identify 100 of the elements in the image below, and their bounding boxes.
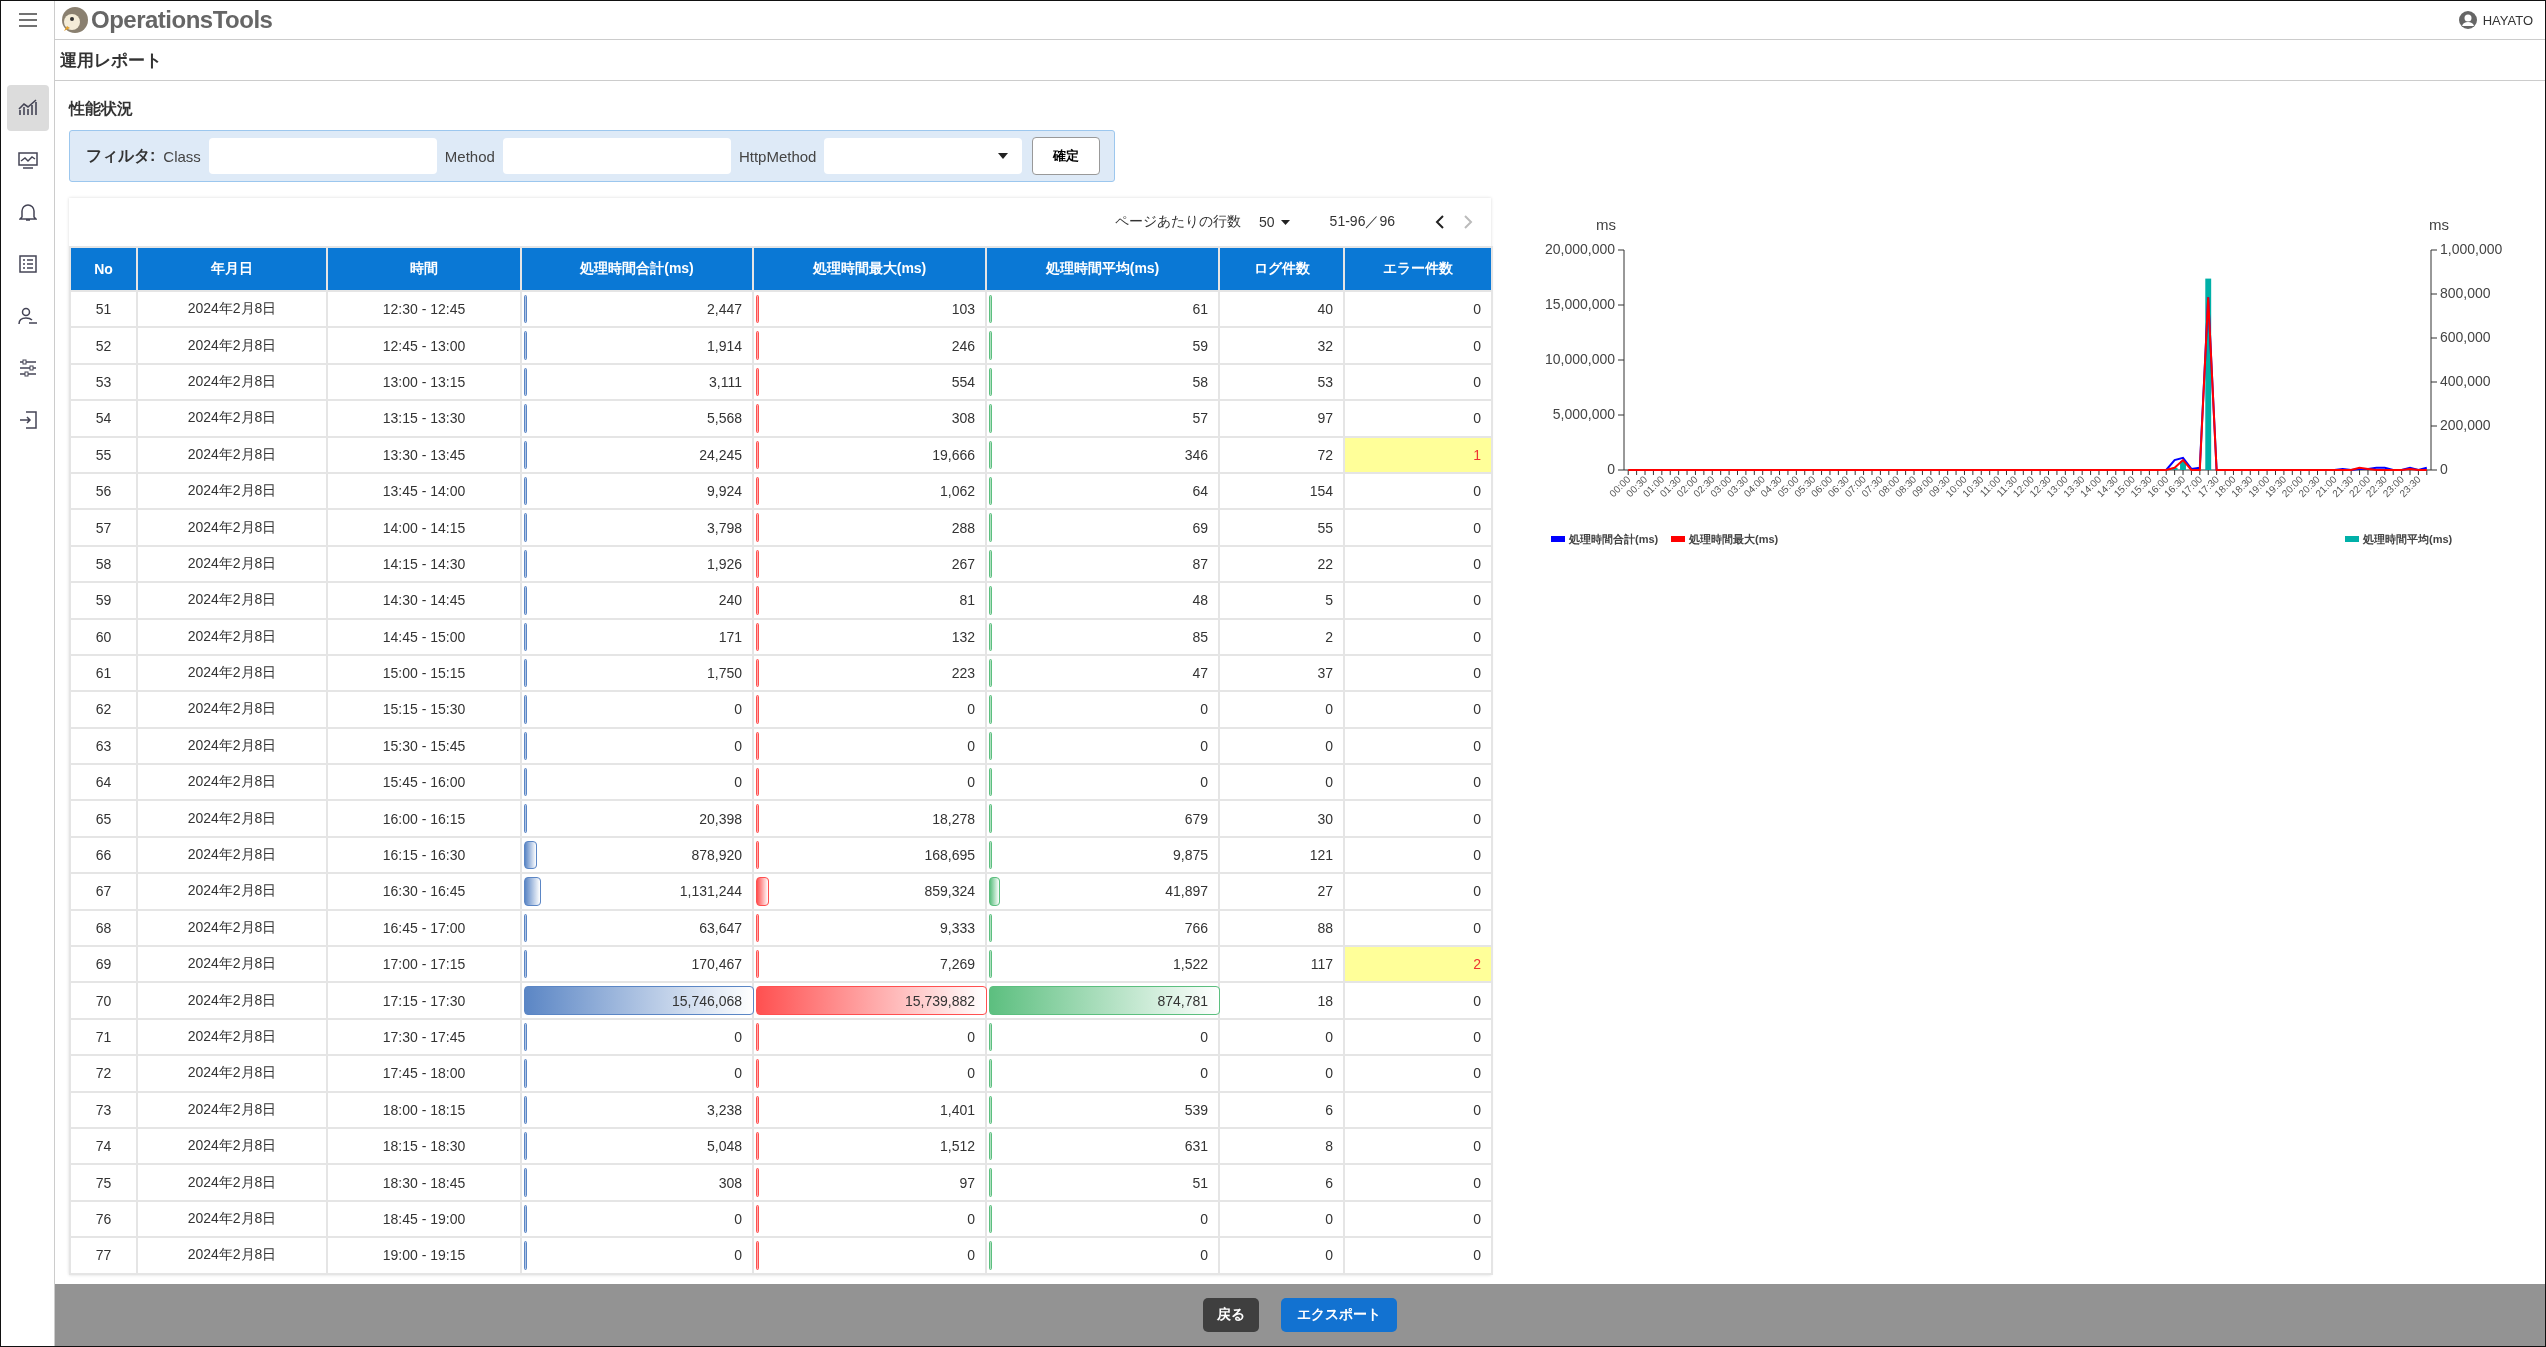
average-bar bbox=[2171, 467, 2178, 470]
cell-value: 2,447 bbox=[706, 301, 742, 318]
table-cell: 2024年2月8日 bbox=[137, 909, 327, 947]
table-cell: 52 bbox=[70, 327, 137, 364]
table-cell: 0 bbox=[1344, 509, 1492, 546]
table-cell: 0 bbox=[1344, 582, 1492, 619]
table-cell: 0 bbox=[1344, 654, 1492, 692]
table-cell: 17:45 - 18:00 bbox=[327, 1055, 521, 1092]
cell-value: 1,131,244 bbox=[679, 883, 742, 900]
table-cell: 2024年2月8日 bbox=[137, 654, 327, 692]
cell-value: 3,238 bbox=[706, 1101, 742, 1118]
table-cell: 15:00 - 15:15 bbox=[327, 654, 521, 692]
cell-value: 63,647 bbox=[699, 919, 742, 936]
cell-value: 168,695 bbox=[924, 847, 975, 864]
table-cell: 18:45 - 19:00 bbox=[327, 1200, 521, 1238]
line-chart-icon bbox=[17, 99, 38, 117]
table-cell: 2024年2月8日 bbox=[137, 727, 327, 765]
table-cell: 0 bbox=[1344, 691, 1492, 728]
input-field[interactable] bbox=[208, 138, 437, 174]
cell-value: 5,048 bbox=[706, 1138, 742, 1155]
table-cell: 76 bbox=[70, 1200, 137, 1238]
cell-value: 631 bbox=[1184, 1138, 1208, 1155]
column-header: 時間 bbox=[327, 247, 521, 291]
cell-value: 0 bbox=[1200, 1065, 1208, 1082]
cell-value: 3,111 bbox=[709, 373, 742, 390]
table-cell: 12:30 - 12:45 bbox=[327, 291, 521, 328]
table-cell: 0 bbox=[1219, 1237, 1344, 1274]
table-cell: 2024年2月8日 bbox=[137, 1200, 327, 1238]
field-label: HttpMethod bbox=[738, 147, 817, 165]
cell-value: 1,914 bbox=[706, 337, 742, 354]
select-field[interactable] bbox=[824, 138, 1023, 174]
cell-value: 0 bbox=[1200, 1210, 1208, 1227]
list-icon bbox=[18, 255, 37, 273]
table-cell: 0 bbox=[1344, 764, 1492, 801]
table-cell: 12:45 - 13:00 bbox=[327, 327, 521, 364]
input-field[interactable] bbox=[502, 138, 731, 174]
cell-value: 171 bbox=[718, 628, 742, 645]
cell-value: 61 bbox=[1192, 301, 1208, 318]
table-cell: 2 bbox=[1219, 618, 1344, 655]
cell-value: 57 bbox=[1192, 410, 1208, 427]
table-cell: 0 bbox=[1344, 400, 1492, 437]
table-cell: 15:45 - 16:00 bbox=[327, 764, 521, 801]
cell-value: 18,278 bbox=[932, 810, 975, 827]
table-cell: 2024年2月8日 bbox=[137, 946, 327, 983]
cell-value: 103 bbox=[951, 301, 975, 318]
table-cell: 0 bbox=[1344, 545, 1492, 583]
table-cell: 77 bbox=[70, 1237, 137, 1274]
cell-value: 0 bbox=[734, 737, 742, 754]
table-cell: 22 bbox=[1219, 545, 1344, 583]
logo-icon bbox=[61, 6, 89, 34]
cell-value: 0 bbox=[734, 1210, 742, 1227]
table-cell: 58 bbox=[70, 545, 137, 583]
rows-per-page-select[interactable]: 50 bbox=[1259, 214, 1290, 230]
table-cell: 17:15 - 17:30 bbox=[327, 982, 521, 1019]
cell-value: 1,062 bbox=[939, 483, 975, 500]
table-cell: 37 bbox=[1219, 654, 1344, 692]
legend-label: 処理時間最大(ms) bbox=[1689, 533, 1779, 545]
table-cell: 0 bbox=[1219, 727, 1344, 765]
table-cell: 68 bbox=[70, 909, 137, 947]
cell-value: 19,666 bbox=[932, 446, 975, 463]
cell-value: 0 bbox=[967, 737, 975, 754]
confirm-button[interactable]: 確定 bbox=[1032, 137, 1101, 175]
user-menu[interactable]: HAYATO bbox=[2458, 11, 2533, 29]
table-cell: 17:00 - 17:15 bbox=[327, 946, 521, 983]
right-axis-unit: ms bbox=[2429, 216, 2449, 233]
table-cell: 54 bbox=[70, 400, 137, 437]
field-label: Class bbox=[163, 147, 201, 165]
previous-page-icon[interactable] bbox=[1435, 215, 1445, 229]
export-button[interactable]: エクスポート bbox=[1281, 1298, 1397, 1332]
cell-value: 69 bbox=[1192, 519, 1208, 536]
section-title: 性能状況 bbox=[69, 99, 134, 119]
cell-value: 132 bbox=[951, 628, 975, 645]
cell-value: 346 bbox=[1184, 446, 1208, 463]
menu-icon[interactable] bbox=[18, 13, 37, 27]
table-cell: 0 bbox=[1344, 1200, 1492, 1238]
cell-value: 0 bbox=[1200, 701, 1208, 718]
table-cell: 6 bbox=[1219, 1164, 1344, 1201]
table-cell: 16:00 - 16:15 bbox=[327, 800, 521, 837]
table-cell: 0 bbox=[1344, 363, 1492, 401]
table-cell: 2024年2月8日 bbox=[137, 873, 327, 910]
table-cell: 56 bbox=[70, 472, 137, 510]
table-cell: 62 bbox=[70, 691, 137, 728]
cell-value: 308 bbox=[951, 410, 975, 427]
cell-value: 64 bbox=[1192, 483, 1208, 500]
sidebar-item[interactable] bbox=[6, 85, 49, 131]
table-cell: 0 bbox=[1344, 1091, 1492, 1128]
cell-value: 85 bbox=[1192, 628, 1208, 645]
table-cell: 73 bbox=[70, 1091, 137, 1128]
cell-value: 5,568 bbox=[706, 410, 742, 427]
table-cell: 2024年2月8日 bbox=[137, 436, 327, 473]
cell-value: 0 bbox=[1200, 774, 1208, 791]
table-cell: 117 bbox=[1219, 946, 1344, 983]
y-tick-label: 0 bbox=[2440, 461, 2448, 477]
legend-swatch bbox=[2345, 536, 2359, 542]
back-button[interactable]: 戻る bbox=[1203, 1298, 1259, 1332]
average-bar bbox=[2180, 461, 2186, 470]
cell-value: 223 bbox=[951, 665, 975, 682]
table-cell: 0 bbox=[1344, 1164, 1492, 1201]
dropdown-caret-icon bbox=[998, 153, 1009, 159]
table-cell: 18:15 - 18:30 bbox=[327, 1128, 521, 1165]
